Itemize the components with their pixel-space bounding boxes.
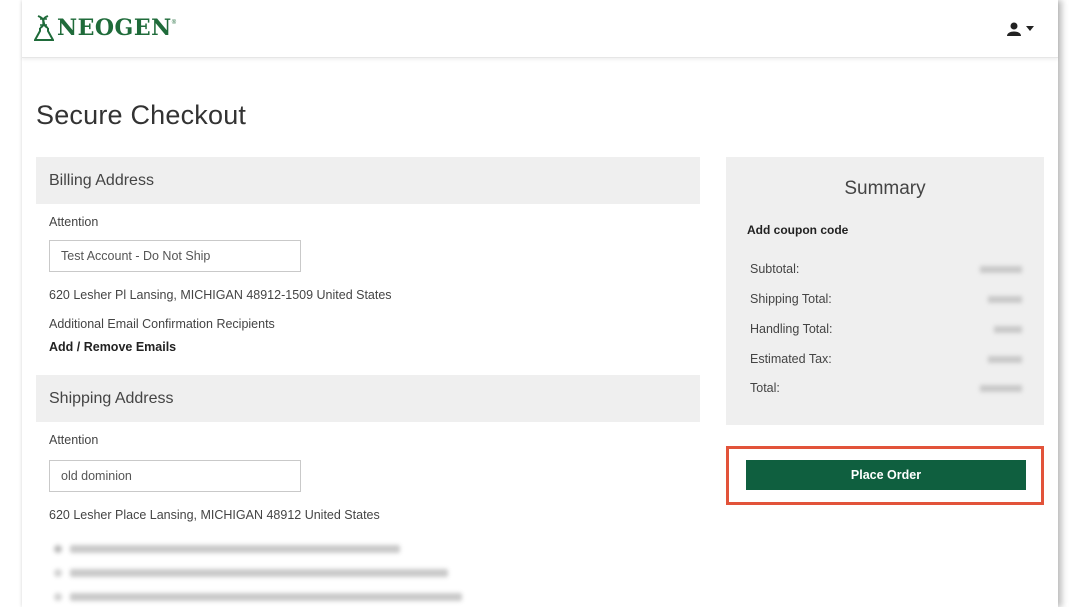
neogen-logo[interactable]: NEOGEN ® (34, 12, 176, 44)
address-option[interactable] (54, 567, 448, 579)
total-label: Total: (750, 381, 780, 395)
estimated-tax-value (988, 356, 1022, 363)
brand-name: NEOGEN (57, 15, 172, 41)
estimated-tax-row: Estimated Tax: (750, 352, 1022, 366)
subtotal-label: Subtotal: (750, 262, 800, 276)
trademark-mark: ® (171, 20, 177, 26)
subtotal-row: Subtotal: (750, 262, 1022, 276)
top-navigation-bar: NEOGEN ® (22, 0, 1058, 58)
total-row: Total: (750, 381, 1022, 395)
billing-address-header: Billing Address (36, 157, 700, 204)
address-option[interactable] (54, 591, 462, 603)
estimated-tax-label: Estimated Tax: (750, 352, 832, 366)
handling-total-label: Handling Total: (750, 322, 833, 336)
shipping-total-row: Shipping Total: (750, 292, 1022, 306)
caret-down-icon (1026, 26, 1034, 31)
shipping-address-header: Shipping Address (36, 375, 700, 422)
billing-address-text: 620 Lesher Pl Lansing, MICHIGAN 48912-15… (49, 288, 392, 302)
handling-total-value (994, 326, 1022, 333)
email-recipients-label: Additional Email Confirmation Recipients (49, 317, 275, 331)
shipping-total-label: Shipping Total: (750, 292, 832, 306)
add-coupon-link[interactable]: Add coupon code (747, 223, 848, 237)
user-icon (1007, 22, 1021, 36)
place-order-highlight: Place Order (726, 446, 1044, 505)
user-menu-button[interactable] (1007, 22, 1034, 36)
dna-flask-icon (34, 15, 54, 41)
billing-attention-input[interactable] (49, 240, 301, 272)
address-option[interactable] (54, 543, 400, 555)
handling-total-row: Handling Total: (750, 322, 1022, 336)
shipping-total-value (988, 296, 1022, 303)
shipping-attention-input[interactable] (49, 460, 301, 492)
billing-attention-label: Attention (49, 215, 99, 229)
page-title: Secure Checkout (36, 100, 247, 130)
shipping-address-text: 620 Lesher Place Lansing, MICHIGAN 48912… (49, 508, 380, 522)
summary-title: Summary (844, 178, 926, 199)
place-order-button[interactable]: Place Order (746, 460, 1026, 490)
order-summary-panel: Summary Add coupon code Subtotal: Shippi… (726, 157, 1044, 425)
add-remove-emails-link[interactable]: Add / Remove Emails (49, 340, 176, 354)
checkout-window: NEOGEN ® Secure Checkout Billing Address… (22, 0, 1058, 607)
total-value (980, 385, 1022, 392)
subtotal-value (980, 266, 1022, 273)
shipping-attention-label: Attention (49, 433, 99, 447)
